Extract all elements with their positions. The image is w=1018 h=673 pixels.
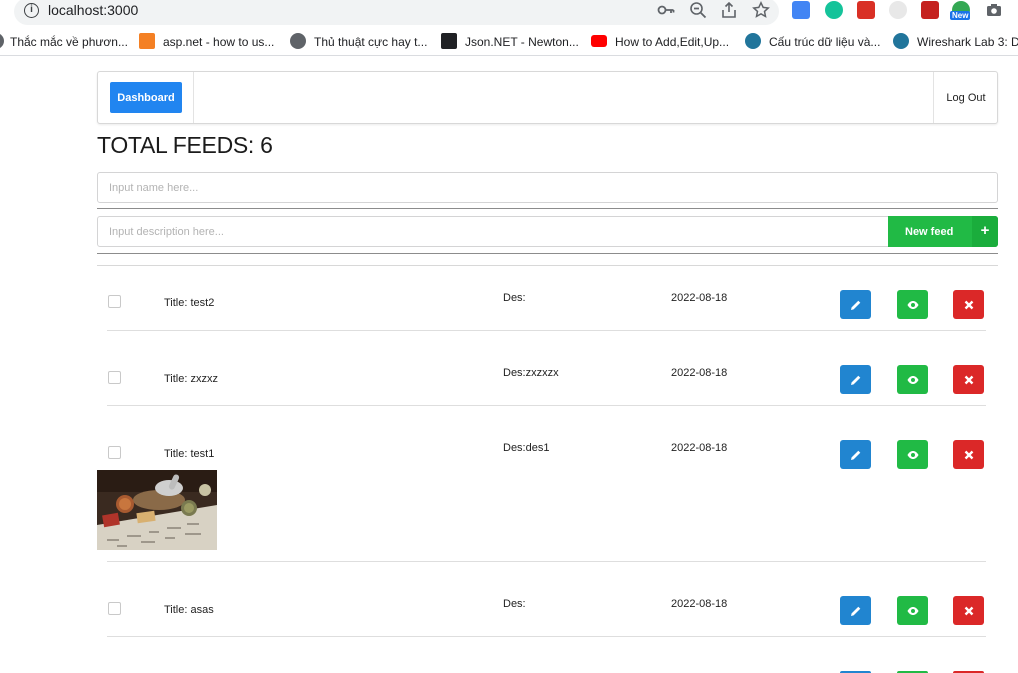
chrome-extension-icon[interactable]: New (950, 1, 971, 20)
feed-date: 2022-08-18 (671, 367, 728, 379)
pencil-icon (850, 300, 860, 310)
grammarly-extension-icon[interactable] (825, 1, 843, 19)
site-info-icon[interactable]: i (24, 3, 39, 18)
browser-toolbar: i localhost:3000 New (0, 0, 1018, 27)
close-icon (964, 300, 973, 309)
camera-icon[interactable] (985, 1, 1003, 19)
bookmarks-bar: Thắc mắc về phươn... asp.net - how to us… (0, 30, 1018, 56)
edit-button[interactable] (840, 365, 871, 394)
new-badge: New (950, 11, 971, 20)
bookmark-item[interactable]: Thủ thuật cực hay t... (314, 35, 427, 49)
extension-icon[interactable] (857, 1, 875, 19)
close-icon (964, 450, 973, 459)
close-icon (964, 606, 973, 615)
feed-title: Title: test2 (164, 297, 215, 309)
feed-description: Des:des1 (503, 442, 550, 454)
dashboard-button[interactable]: Dashboard (110, 82, 182, 113)
folder-icon (0, 33, 4, 49)
wordpress-icon (893, 33, 909, 49)
feed-title: Title: test1 (164, 448, 215, 460)
globe-icon (290, 33, 306, 49)
menu-divider (193, 72, 194, 123)
zoom-out-icon[interactable] (689, 1, 707, 19)
feed-description: Des:zxzxzx (503, 367, 559, 379)
row-divider (107, 636, 986, 637)
feed-checkbox[interactable] (108, 371, 121, 384)
feed-description-input[interactable] (97, 216, 889, 247)
edit-button[interactable] (840, 596, 871, 625)
divider (97, 253, 998, 254)
eye-icon (907, 300, 918, 309)
youtube-icon (591, 35, 607, 47)
feed-date: 2022-08-18 (671, 442, 728, 454)
delete-button[interactable] (953, 365, 984, 394)
wordpress-icon (745, 33, 761, 49)
share-icon[interactable] (720, 1, 738, 19)
delete-button[interactable] (953, 290, 984, 319)
pencil-icon (850, 375, 860, 385)
row-divider (107, 405, 986, 406)
top-menu: Dashboard Log Out (97, 71, 998, 124)
delete-button[interactable] (953, 596, 984, 625)
bookmark-item[interactable]: Json.NET - Newton... (465, 35, 579, 49)
edit-button[interactable] (840, 290, 871, 319)
delete-button[interactable] (953, 440, 984, 469)
extension-icon[interactable] (921, 1, 939, 19)
feed-date: 2022-08-18 (671, 292, 728, 304)
close-icon (964, 375, 973, 384)
view-button[interactable] (897, 596, 928, 625)
feed-list-top-border (97, 265, 998, 266)
divider (97, 208, 998, 209)
row-divider (107, 561, 986, 562)
new-feed-button[interactable]: New feed + (888, 216, 998, 247)
extension-icon[interactable] (889, 1, 907, 19)
feed-checkbox[interactable] (108, 446, 121, 459)
feed-checkbox[interactable] (108, 295, 121, 308)
pencil-icon (850, 606, 860, 616)
eye-icon (907, 375, 918, 384)
feed-name-input[interactable] (97, 172, 998, 203)
stackoverflow-icon (139, 33, 155, 49)
eye-icon (907, 450, 918, 459)
key-icon[interactable] (657, 1, 675, 19)
row-divider (107, 330, 986, 331)
view-button[interactable] (897, 440, 928, 469)
feed-title: Title: asas (164, 604, 214, 616)
rocket-icon (441, 33, 457, 49)
feed-checkbox[interactable] (108, 602, 121, 615)
total-feeds-heading: TOTAL FEEDS: 6 (97, 132, 273, 158)
plus-icon: + (972, 216, 998, 247)
new-feed-label: New feed (905, 225, 954, 238)
feed-title: Title: zxzxz (164, 373, 218, 385)
feed-description: Des: (503, 292, 526, 304)
url-text[interactable]: localhost:3000 (48, 2, 138, 18)
feed-description: Des: (503, 598, 526, 610)
bookmark-item[interactable]: asp.net - how to us... (163, 35, 274, 49)
eye-icon (907, 606, 918, 615)
view-button[interactable] (897, 290, 928, 319)
view-button[interactable] (897, 365, 928, 394)
edit-button[interactable] (840, 440, 871, 469)
feed-image (97, 470, 217, 550)
feed-date: 2022-08-18 (671, 598, 728, 610)
bookmark-item[interactable]: Cấu trúc dữ liệu và... (769, 35, 880, 49)
bookmark-item[interactable]: How to Add,Edit,Up... (615, 35, 729, 49)
translate-extension-icon[interactable] (792, 1, 810, 19)
bookmark-item[interactable]: Thắc mắc về phươn... (10, 35, 128, 49)
pencil-icon (850, 450, 860, 460)
logout-button[interactable]: Log Out (934, 72, 998, 123)
bookmark-item[interactable]: Wireshark Lab 3: D... (917, 35, 1018, 49)
bookmark-star-icon[interactable] (752, 1, 770, 19)
